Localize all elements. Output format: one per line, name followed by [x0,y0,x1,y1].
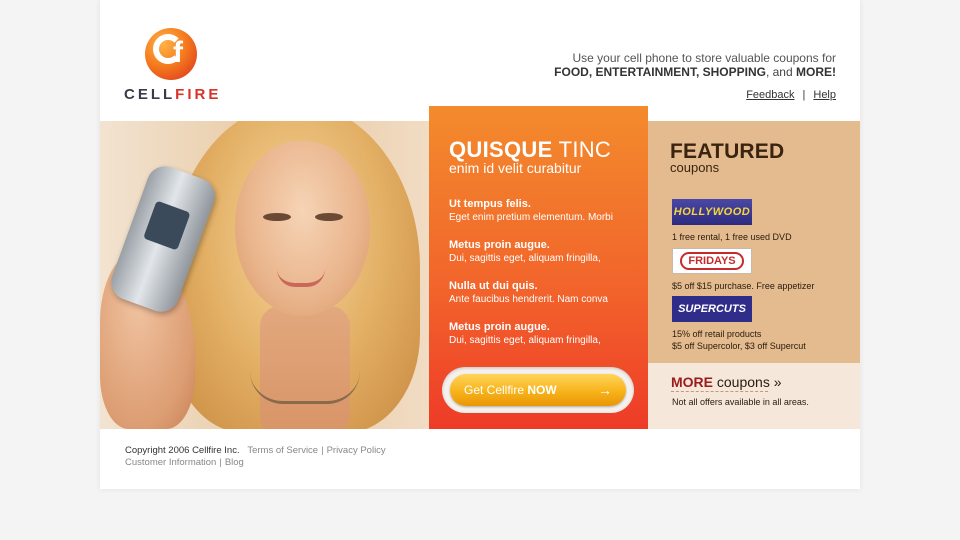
promo-item: Metus proin augue. Dui, sagittis eget, a… [449,320,639,347]
logo-wordmark-cell: CELL [124,86,176,103]
more-coupons-panel: MORE coupons » Not all offers available … [648,363,860,429]
featured-coupons-panel: FEATURED coupons HOLLYWOOD 1 free rental… [648,121,860,363]
coupon-text: 15% off retail products $5 off Supercolor… [672,329,806,351]
tagline-line2: FOOD, ENTERTAINMENT, SHOPPING, and MORE! [554,65,836,79]
hero-photo [100,121,429,429]
logo-wordmark: CELLFIRE [124,86,221,103]
coupon-fridays: FRIDAYS $5 off $15 purchase. Free appeti… [672,248,814,292]
copyright-text: Copyright 2006 Cellfire Inc. [125,445,240,456]
get-cellfire-now-button[interactable]: Get Cellfire NOW → [450,374,626,406]
footer-line1: Copyright 2006 Cellfire Inc. Terms of Se… [125,445,386,456]
cellfire-logo-icon: f [145,28,197,80]
logo-wordmark-fire: FIRE [175,86,222,103]
coupon-supercuts: SUPERCUTS 15% off retail products $5 off … [672,296,806,352]
promo-item-title: Nulla ut dui quis. [449,280,538,292]
promo-item-desc: Ante faucibus hendrerit. Nam conva [449,294,608,305]
arrow-right-icon: → [598,382,612,398]
header-tagline: Use your cell phone to store valuable co… [554,51,836,79]
feedback-link[interactable]: Feedback [746,89,794,101]
supercuts-logo[interactable]: SUPERCUTS [672,296,752,322]
promo-list: Ut tempus felis. Eget enim pretium eleme… [449,197,639,361]
promo-item-desc: Dui, sagittis eget, aliquam fringilla, [449,335,601,346]
promo-subtitle: enim id velit curabitur [449,160,582,176]
hollywood-video-logo[interactable]: HOLLYWOOD [672,199,752,225]
blog-link[interactable]: Blog [225,457,244,468]
featured-subheading: coupons [670,160,720,175]
fridays-logo[interactable]: FRIDAYS [672,248,752,274]
privacy-policy-link[interactable]: Privacy Policy [327,445,386,456]
promo-item: Metus proin augue. Dui, sagittis eget, a… [449,238,639,265]
promo-panel: QUISQUE TINC enim id velit curabitur Ut … [429,106,648,429]
promo-item-title: Ut tempus felis. [449,198,531,210]
cellfire-logo[interactable]: f CELLFIRE [124,28,224,108]
promo-item-title: Metus proin augue. [449,239,550,251]
tagline-line1: Use your cell phone to store valuable co… [572,51,837,65]
availability-note: Not all offers available in all areas. [672,397,809,407]
footer-line2: Customer Information | Blog [125,457,244,468]
customer-information-link[interactable]: Customer Information [125,457,216,468]
promo-item: Nulla ut dui quis. Ante faucibus hendrer… [449,279,639,306]
coupon-hollywood: HOLLYWOOD 1 free rental, 1 free used DVD [672,199,792,243]
promo-item-desc: Dui, sagittis eget, aliquam fringilla, [449,253,601,264]
coupon-text: $5 off $15 purchase. Free appetizer [672,281,815,291]
help-link[interactable]: Help [813,89,836,101]
terms-of-service-link[interactable]: Terms of Service [247,445,318,456]
promo-item: Ut tempus felis. Eget enim pretium eleme… [449,197,639,224]
more-coupons-link[interactable]: MORE coupons » [671,374,782,392]
promo-item-title: Metus proin augue. [449,321,550,333]
header-links: Feedback | Help [746,89,836,101]
cta-frame: Get Cellfire NOW → [442,367,634,413]
chevron-right-icon: » [773,374,782,390]
coupon-text: 1 free rental, 1 free used DVD [672,232,792,242]
footer: Copyright 2006 Cellfire Inc. Terms of Se… [125,445,386,469]
page-container: f CELLFIRE Use your cell phone to store … [100,0,860,489]
link-separator: | [802,89,806,101]
promo-item-desc: Eget enim pretium elementum. Morbi [449,212,613,223]
promo-title: QUISQUE TINC [449,137,612,162]
